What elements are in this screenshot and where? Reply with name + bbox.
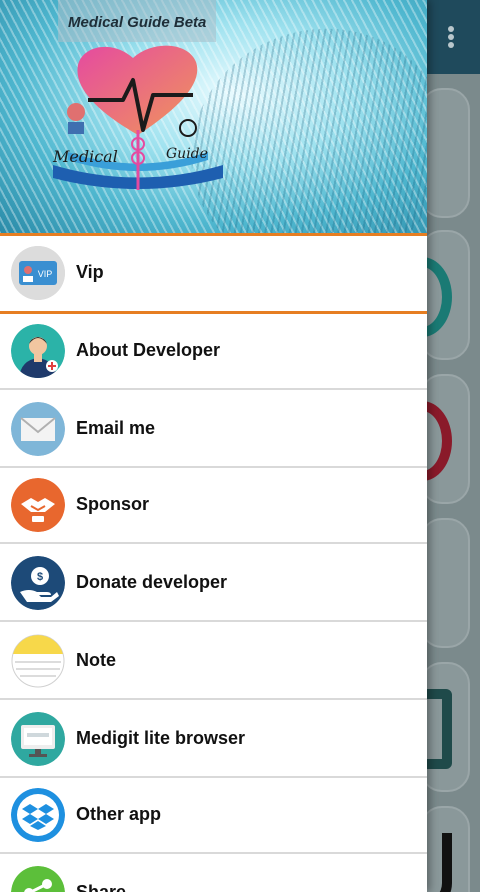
- drawer-item-label: Email me: [76, 418, 156, 438]
- drawer-item-label: Medigit lite browser: [76, 728, 246, 748]
- background-card: [392, 230, 470, 360]
- dropbox-icon: [11, 788, 65, 842]
- drawer-item-share[interactable]: Share: [0, 856, 427, 892]
- logo-text-right: Guide: [166, 146, 208, 162]
- drawer-item-sponsor[interactable]: Sponsor: [0, 468, 427, 544]
- drawer-item-label: Other app: [76, 804, 162, 824]
- drawer-item-label: Donate developer: [76, 572, 228, 592]
- svg-text:$: $: [37, 571, 43, 583]
- drawer-item-donate[interactable]: $ Donate developer: [0, 546, 427, 622]
- drawer-item-browser[interactable]: Medigit lite browser: [0, 702, 427, 778]
- developer-avatar-icon: [11, 324, 65, 378]
- drawer-item-vip[interactable]: VIP Vip: [0, 236, 427, 312]
- donate-hand-icon: $: [11, 556, 65, 610]
- background-card: [420, 518, 470, 648]
- background-card: [392, 662, 470, 792]
- drawer-item-label: Note: [76, 650, 116, 670]
- drawer-item-about-developer[interactable]: About Developer: [0, 314, 427, 390]
- drawer-item-label: Share: [76, 882, 127, 892]
- background-card: [392, 374, 470, 504]
- drawer-header: Medical Guide Beta Medical Guide: [0, 0, 427, 235]
- vip-card-icon: VIP: [11, 246, 65, 300]
- drawer-item-email[interactable]: Email me: [0, 392, 427, 468]
- notepad-icon: [11, 634, 65, 688]
- navigation-drawer: Medical Guide Beta Medical Guide VIP Vip…: [0, 0, 427, 892]
- background-card: [392, 806, 470, 892]
- logo-text-left: Medical: [52, 147, 118, 166]
- share-icon: [11, 866, 65, 892]
- app-title: Medical Guide Beta: [68, 14, 207, 31]
- drawer-item-label: Vip: [76, 262, 104, 282]
- drawer-item-label: About Developer: [76, 340, 221, 360]
- vip-badge-text: VIP: [38, 269, 53, 279]
- drawer-item-label: Sponsor: [76, 494, 150, 514]
- computer-monitor-icon: [11, 712, 65, 766]
- overflow-menu-icon[interactable]: [446, 24, 456, 54]
- drawer-item-note[interactable]: Note: [0, 624, 427, 700]
- background-card: [420, 88, 470, 218]
- envelope-icon: [11, 402, 65, 456]
- medical-guide-logo: Medical Guide: [52, 45, 223, 190]
- handshake-icon: [11, 478, 65, 532]
- drawer-item-other-app[interactable]: Other app: [0, 778, 427, 854]
